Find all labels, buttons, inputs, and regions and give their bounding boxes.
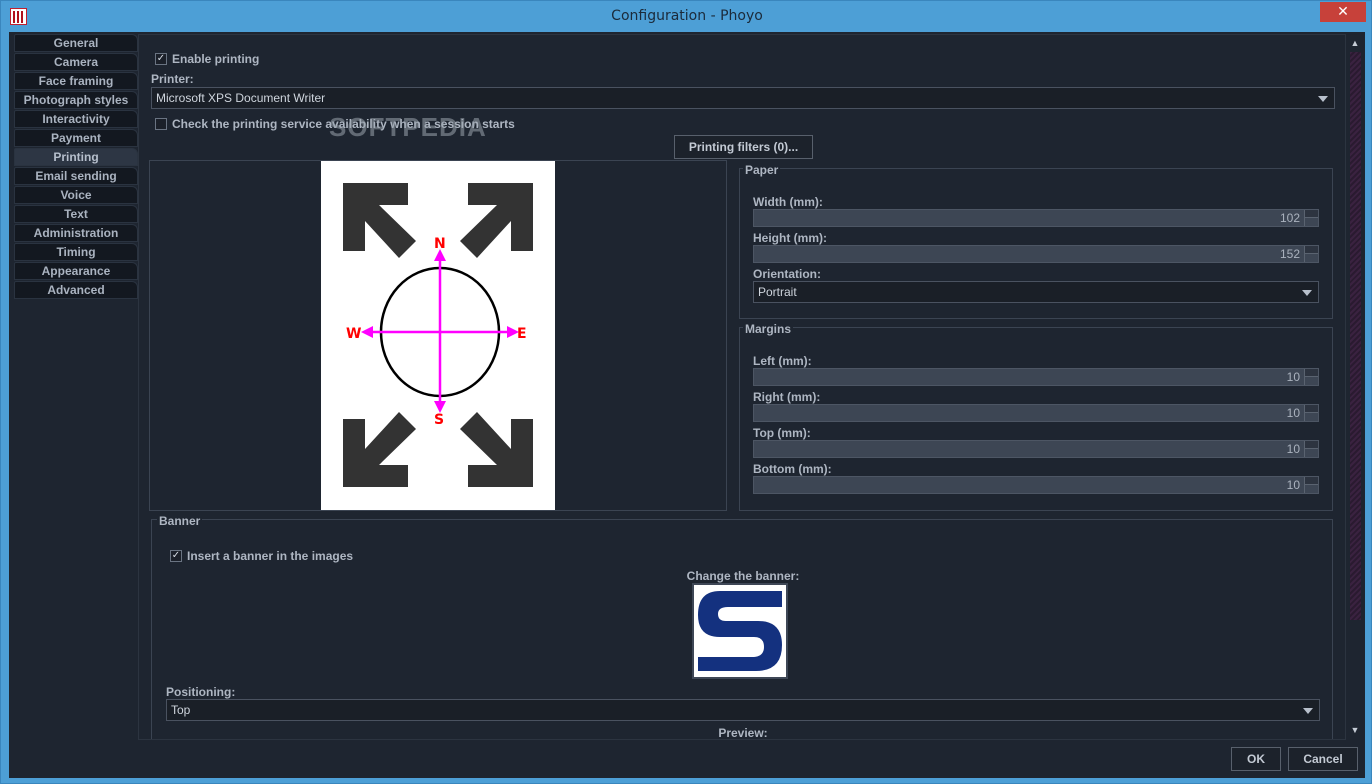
- positioning-value: Top: [171, 703, 191, 717]
- orientation-select[interactable]: Portrait: [753, 281, 1319, 303]
- tab-printing[interactable]: Printing: [14, 148, 138, 166]
- compass-n: N: [434, 236, 446, 252]
- banner-title: Banner: [157, 514, 203, 528]
- insert-banner-label: Insert a banner in the images: [187, 549, 354, 563]
- tab-face-framing[interactable]: Face framing: [14, 72, 138, 90]
- orientation-label: Orientation:: [753, 267, 821, 281]
- banner-preview-label: Preview:: [718, 726, 768, 740]
- chevron-down-icon: [1303, 708, 1313, 714]
- left-margin-label: Left (mm):: [753, 354, 812, 368]
- sidebar: General Camera Face framing Photograph s…: [14, 34, 138, 300]
- chevron-down-icon: [1318, 96, 1328, 102]
- spin-buttons[interactable]: [1304, 441, 1318, 457]
- width-spinner[interactable]: 102: [753, 209, 1319, 227]
- compass-image: N S W E: [343, 183, 533, 487]
- printing-filters-button[interactable]: Printing filters (0)...: [674, 135, 813, 159]
- tab-appearance[interactable]: Appearance: [14, 262, 138, 280]
- tab-voice[interactable]: Voice: [14, 186, 138, 204]
- softpedia-watermark: SOFTPEDIA: [329, 112, 487, 142]
- tab-administration[interactable]: Administration: [14, 224, 138, 242]
- chevron-down-icon: [1302, 290, 1312, 296]
- enable-printing-label: Enable printing: [172, 52, 260, 66]
- scroll-up-icon[interactable]: ▲: [1349, 37, 1361, 49]
- spin-buttons[interactable]: [1304, 369, 1318, 385]
- tab-text[interactable]: Text: [14, 205, 138, 223]
- banner-thumbnail[interactable]: [692, 583, 788, 679]
- bottom-margin-value: 10: [1286, 478, 1300, 492]
- top-margin-value: 10: [1286, 442, 1300, 456]
- tab-payment[interactable]: Payment: [14, 129, 138, 147]
- spin-buttons[interactable]: [1304, 477, 1318, 493]
- close-icon[interactable]: ✕: [1320, 2, 1366, 22]
- change-banner-label: Change the banner:: [686, 569, 800, 583]
- window-frame: Configuration - Phoyo ✕ General Camera F…: [0, 0, 1372, 784]
- paper-title: Paper: [743, 163, 781, 177]
- cancel-button[interactable]: Cancel: [1288, 747, 1358, 771]
- printing-panel: ✓ Enable printing Printer: Microsoft XPS…: [138, 34, 1346, 740]
- positioning-select[interactable]: Top: [166, 699, 1320, 721]
- spin-buttons[interactable]: [1304, 405, 1318, 421]
- printer-select[interactable]: Microsoft XPS Document Writer: [151, 87, 1335, 109]
- tab-email-sending[interactable]: Email sending: [14, 167, 138, 185]
- tab-photograph-styles[interactable]: Photograph styles: [14, 91, 138, 109]
- dialog-body: General Camera Face framing Photograph s…: [9, 32, 1365, 778]
- left-margin-spinner[interactable]: 10: [753, 368, 1319, 386]
- insert-banner-checkbox[interactable]: ✓: [170, 550, 182, 562]
- enable-printing-checkbox[interactable]: ✓: [155, 53, 167, 65]
- check-service-checkbox[interactable]: [155, 118, 167, 130]
- s-logo-icon: [698, 591, 782, 671]
- title-bar: Configuration - Phoyo ✕: [1, 1, 1372, 32]
- compass-s: S: [434, 412, 444, 428]
- height-spinner[interactable]: 152: [753, 245, 1319, 263]
- left-margin-value: 10: [1286, 370, 1300, 384]
- top-margin-spinner[interactable]: 10: [753, 440, 1319, 458]
- ok-button[interactable]: OK: [1231, 747, 1281, 771]
- tab-timing[interactable]: Timing: [14, 243, 138, 261]
- width-label: Width (mm):: [753, 195, 823, 209]
- printer-label: Printer:: [151, 72, 194, 86]
- margins-title: Margins: [743, 322, 794, 336]
- scroll-down-icon[interactable]: ▼: [1349, 724, 1361, 736]
- spin-buttons[interactable]: [1304, 210, 1318, 226]
- top-margin-label: Top (mm):: [753, 426, 811, 440]
- right-margin-value: 10: [1286, 406, 1300, 420]
- preview-paper: N S W E: [321, 161, 555, 510]
- tab-advanced[interactable]: Advanced: [14, 281, 138, 299]
- positioning-label: Positioning:: [166, 685, 236, 699]
- bottom-margin-label: Bottom (mm):: [753, 462, 832, 476]
- spin-buttons[interactable]: [1304, 246, 1318, 262]
- window-title: Configuration - Phoyo: [611, 8, 763, 24]
- width-value: 102: [1279, 211, 1300, 225]
- print-preview: N S W E: [149, 160, 727, 511]
- printer-value: Microsoft XPS Document Writer: [156, 91, 326, 105]
- compass-w: W: [346, 326, 361, 342]
- right-margin-spinner[interactable]: 10: [753, 404, 1319, 422]
- height-label: Height (mm):: [753, 231, 827, 245]
- orientation-value: Portrait: [758, 285, 797, 299]
- vertical-scrollbar[interactable]: ▲ ▼: [1347, 34, 1363, 740]
- tab-interactivity[interactable]: Interactivity: [14, 110, 138, 128]
- bottom-margin-spinner[interactable]: 10: [753, 476, 1319, 494]
- height-value: 152: [1279, 247, 1300, 261]
- compass-e: E: [517, 326, 527, 342]
- tab-camera[interactable]: Camera: [14, 53, 138, 71]
- right-margin-label: Right (mm):: [753, 390, 821, 404]
- scroll-thumb[interactable]: [1350, 52, 1361, 620]
- tab-general[interactable]: General: [14, 34, 138, 52]
